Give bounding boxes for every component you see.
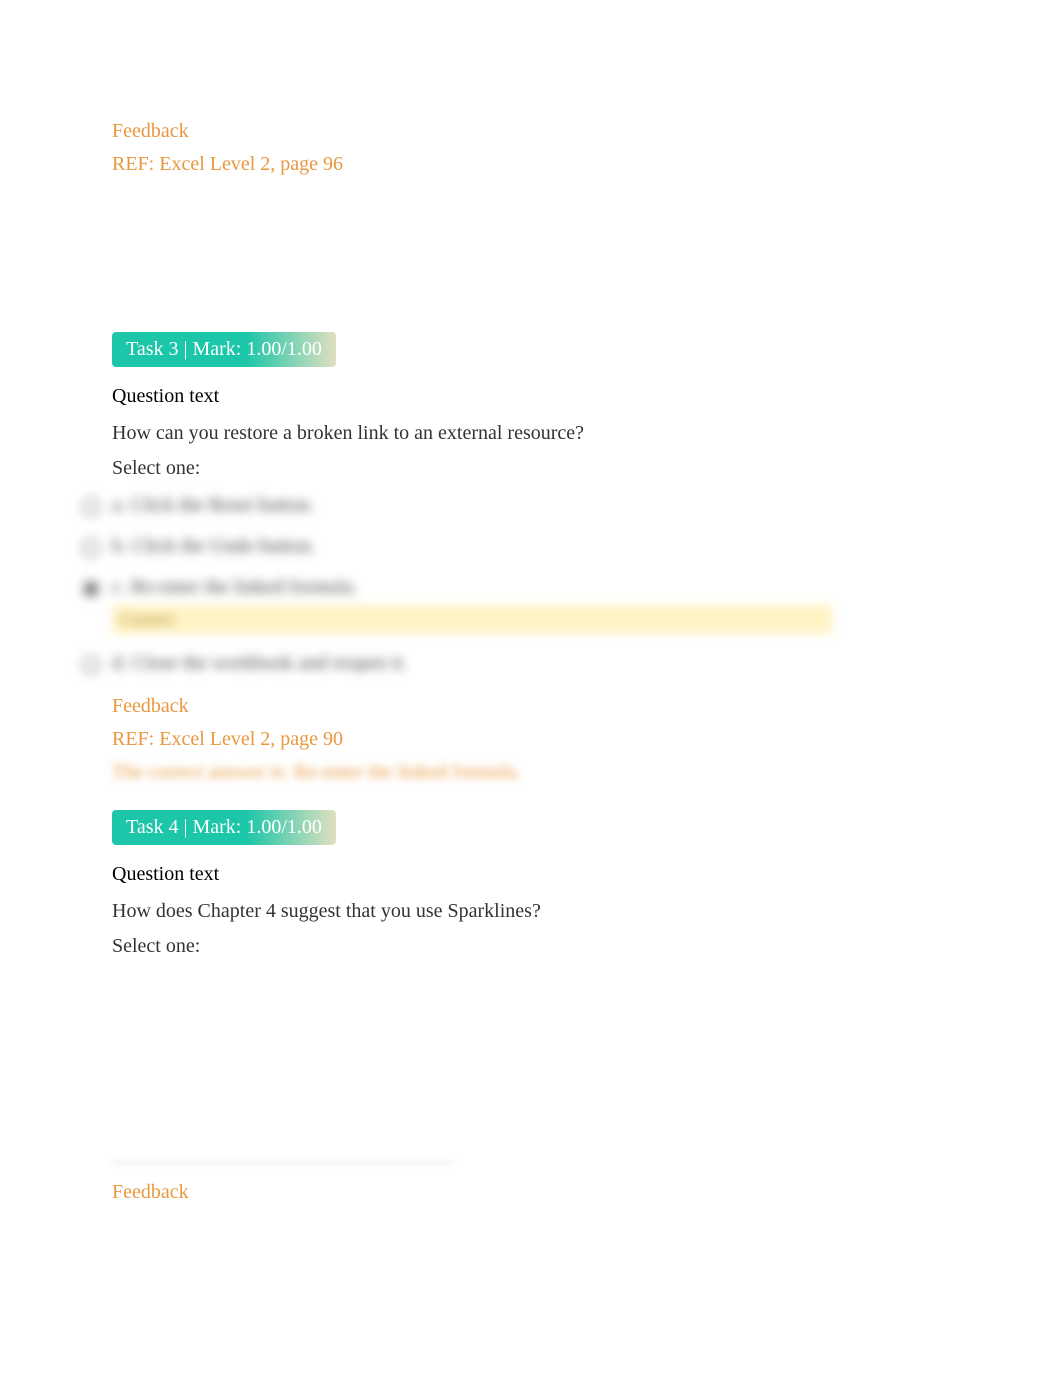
feedback-correct-answer: The correct answer is: Re-enter the link… [112, 761, 982, 784]
option-label: c. Re-enter the linked formula. [112, 576, 357, 598]
question-heading: Question text [112, 863, 982, 886]
task-badge: Task 4 | Mark: 1.00/1.00 [112, 810, 336, 845]
option-c[interactable]: c. Re-enter the linked formula. Correct [82, 576, 982, 634]
blurred-options [112, 972, 982, 1152]
option-label: d. Close the workbook and reopen it. [112, 652, 408, 674]
feedback-heading: Feedback [112, 1181, 982, 1204]
radio-icon[interactable] [82, 498, 100, 516]
radio-icon[interactable] [82, 656, 100, 674]
question-text: How can you restore a broken link to an … [112, 422, 982, 445]
task4-feedback: Feedback [112, 1181, 982, 1204]
radio-icon[interactable] [82, 539, 100, 557]
option-a[interactable]: a. Click the Reset button. [82, 494, 982, 517]
task2-feedback: Feedback REF: Excel Level 2, page 96 [112, 120, 982, 176]
task3-block: Task 3 | Mark: 1.00/1.00 Question text H… [112, 316, 982, 784]
radio-icon-selected[interactable] [82, 580, 100, 598]
select-prompt: Select one: [112, 457, 982, 480]
correct-indicator: Correct [112, 605, 832, 634]
feedback-ref: REF: Excel Level 2, page 96 [112, 153, 982, 176]
question-text: How does Chapter 4 suggest that you use … [112, 900, 982, 923]
question-heading: Question text [112, 385, 982, 408]
spacer [112, 186, 982, 316]
feedback-heading: Feedback [112, 695, 982, 718]
option-label: a. Click the Reset button. [112, 494, 314, 516]
task-badge: Task 3 | Mark: 1.00/1.00 [112, 332, 336, 367]
feedback-heading: Feedback [112, 120, 982, 143]
task4-block: Task 4 | Mark: 1.00/1.00 Question text H… [112, 794, 982, 1204]
feedback-ref: REF: Excel Level 2, page 90 [112, 728, 982, 751]
option-d[interactable]: d. Close the workbook and reopen it. [82, 652, 982, 675]
divider [112, 1162, 452, 1163]
options-list: a. Click the Reset button. b. Click the … [82, 494, 982, 675]
option-b[interactable]: b. Click the Undo button. [82, 535, 982, 558]
task3-feedback: Feedback REF: Excel Level 2, page 90 The… [112, 695, 982, 784]
select-prompt: Select one: [112, 935, 982, 958]
option-label: b. Click the Undo button. [112, 535, 315, 557]
